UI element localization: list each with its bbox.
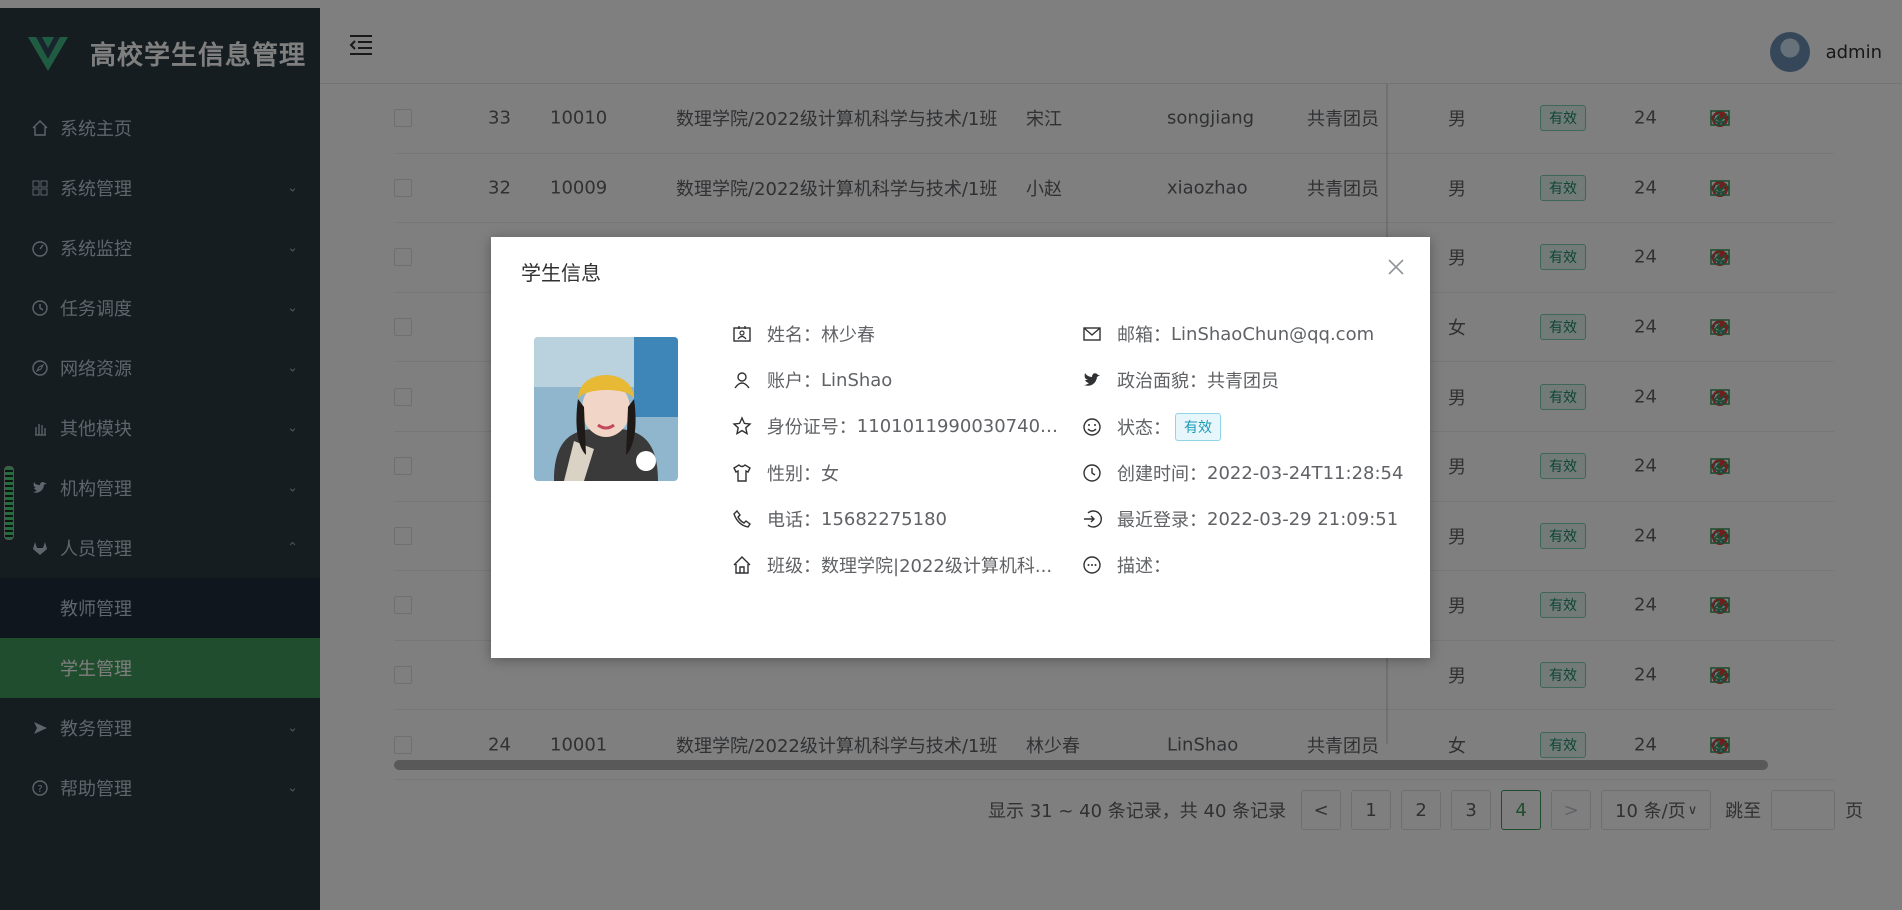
dialog-title: 学生信息: [521, 261, 601, 285]
shirt-icon: [731, 462, 753, 484]
field-label: 姓名：: [767, 325, 821, 346]
field-value: 110101199003074071: [856, 415, 1061, 437]
status-badge: 有效: [1175, 413, 1221, 441]
comment-icon: [1081, 554, 1103, 576]
student-photo: [534, 337, 678, 481]
description-field: 描述：: [1081, 552, 1171, 578]
field-label: 身份证号：: [766, 417, 857, 438]
field-label: 创建时间：: [1117, 464, 1207, 485]
field-value: 数理学院|2022级计算机科...: [821, 556, 1053, 577]
field-label: 账户：: [767, 371, 821, 392]
smile-icon: [1081, 416, 1103, 438]
class-field: 班级： 数理学院|2022级计算机科...: [731, 552, 1052, 578]
home-icon: [731, 554, 753, 576]
phone-icon: [731, 508, 753, 530]
field-label: 政治面貌：: [1117, 371, 1207, 392]
field-value: 女: [821, 464, 839, 485]
created-time-field: 创建时间： 2022-03-24T11:28:54: [1081, 460, 1403, 486]
twitter-icon: [1081, 369, 1103, 391]
field-label: 最近登录：: [1117, 510, 1207, 531]
clock-icon: [1081, 462, 1103, 484]
field-label: 描述：: [1117, 556, 1171, 577]
id-card-icon: [731, 323, 753, 345]
field-label: 状态：: [1117, 418, 1171, 439]
star-icon: [731, 415, 753, 437]
field-value: 林少春: [821, 325, 875, 346]
user-icon: [731, 369, 753, 391]
political-status-field: 政治面貌： 共青团员: [1081, 367, 1279, 393]
close-icon[interactable]: [1386, 257, 1406, 277]
status-field: 状态： 有效: [1081, 413, 1221, 441]
field-label: 邮箱：: [1117, 325, 1171, 346]
field-value: LinShao: [821, 369, 893, 391]
field-label: 班级：: [767, 556, 821, 577]
name-field: 姓名： 林少春: [731, 321, 875, 347]
field-value: 15682275180: [821, 508, 947, 530]
id-number-field: 身份证号： 110101199003074071: [731, 413, 1061, 439]
field-value: LinShaoChun@qq.com: [1171, 323, 1375, 345]
field-value: 共青团员: [1207, 371, 1279, 392]
field-value: 2022-03-29 21:09:51: [1207, 508, 1399, 530]
field-label: 性别：: [767, 464, 821, 485]
student-info-dialog: 学生信息 姓名： 林少春 账户： LinShao 身份证号： 110101199…: [491, 237, 1430, 658]
phone-field: 电话： 15682275180: [731, 506, 947, 532]
login-icon: [1081, 508, 1103, 530]
gender-field: 性别： 女: [731, 460, 839, 486]
account-field: 账户： LinShao: [731, 367, 892, 393]
email-field: 邮箱： LinShaoChun@qq.com: [1081, 321, 1374, 347]
field-label: 电话：: [767, 510, 821, 531]
last-login-field: 最近登录： 2022-03-29 21:09:51: [1081, 506, 1398, 532]
mail-icon: [1081, 323, 1103, 345]
field-value: 2022-03-24T11:28:54: [1207, 462, 1404, 484]
